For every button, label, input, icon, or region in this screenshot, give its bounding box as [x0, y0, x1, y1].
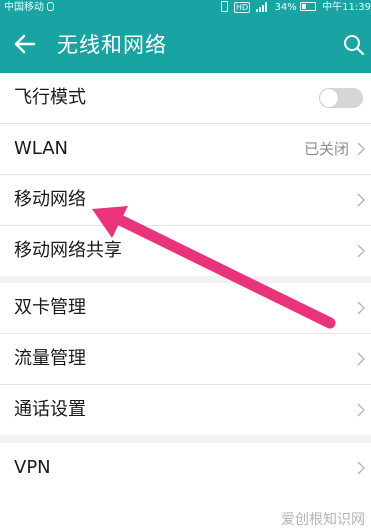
carrier-label: 中国移动 — [4, 2, 44, 13]
chevron-right-icon — [357, 461, 365, 475]
chevron-right-icon — [357, 193, 365, 207]
airplane-mode-label: 飞行模式 — [14, 87, 86, 108]
vpn-row[interactable]: VPN — [0, 443, 371, 493]
vibrate-icon — [220, 1, 228, 12]
arrow-left-icon[interactable] — [12, 31, 38, 57]
search-icon[interactable] — [343, 34, 365, 56]
call-settings-label: 通话设置 — [14, 399, 86, 420]
battery-icon — [299, 2, 316, 11]
toggle-knob — [320, 89, 338, 107]
wlan-status: 已关闭 — [303, 140, 349, 158]
watermark: 爱创根知识网 — [281, 512, 365, 528]
dual-sim-label: 双卡管理 — [14, 297, 86, 318]
carrier-name: 中国移动 — [4, 0, 54, 16]
status-icons: HD 34% 中午11:39 — [220, 0, 371, 16]
chevron-right-icon — [357, 244, 365, 258]
chevron-right-icon — [357, 301, 365, 315]
wlan-label: WLAN — [14, 138, 69, 159]
app-bar: 无线和网络 — [0, 16, 371, 73]
data-usage-row[interactable]: 流量管理 — [0, 334, 371, 385]
mobile-network-row[interactable]: 移动网络 — [0, 175, 371, 226]
signal-icon — [256, 2, 268, 12]
airplane-mode-toggle[interactable] — [319, 88, 363, 108]
call-settings-row[interactable]: 通话设置 — [0, 385, 371, 435]
page-title: 无线和网络 — [57, 33, 167, 57]
hd-badge: HD — [234, 2, 251, 13]
wlan-row[interactable]: WLAN 已关闭 — [0, 124, 371, 175]
settings-group-sim: 双卡管理 流量管理 通话设置 — [0, 283, 371, 435]
tethering-row[interactable]: 移动网络共享 — [0, 226, 371, 276]
sim-status-icon — [47, 2, 54, 11]
status-bar: 中国移动 HD 34% 中午11:39 — [0, 0, 371, 16]
chevron-right-icon — [357, 352, 365, 366]
airplane-mode-row[interactable]: 飞行模式 — [0, 73, 371, 124]
settings-group-network: 飞行模式 WLAN 已关闭 移动网络 移动网络共享 — [0, 73, 371, 276]
dual-sim-row[interactable]: 双卡管理 — [0, 283, 371, 334]
vpn-label: VPN — [14, 457, 51, 478]
chevron-right-icon — [357, 142, 365, 156]
battery-percent: 34% — [274, 2, 297, 13]
chevron-right-icon — [357, 403, 365, 417]
mobile-network-label: 移动网络 — [14, 189, 86, 210]
data-usage-label: 流量管理 — [14, 348, 86, 369]
tethering-label: 移动网络共享 — [14, 240, 122, 261]
clock: 中午11:39 — [322, 2, 371, 13]
